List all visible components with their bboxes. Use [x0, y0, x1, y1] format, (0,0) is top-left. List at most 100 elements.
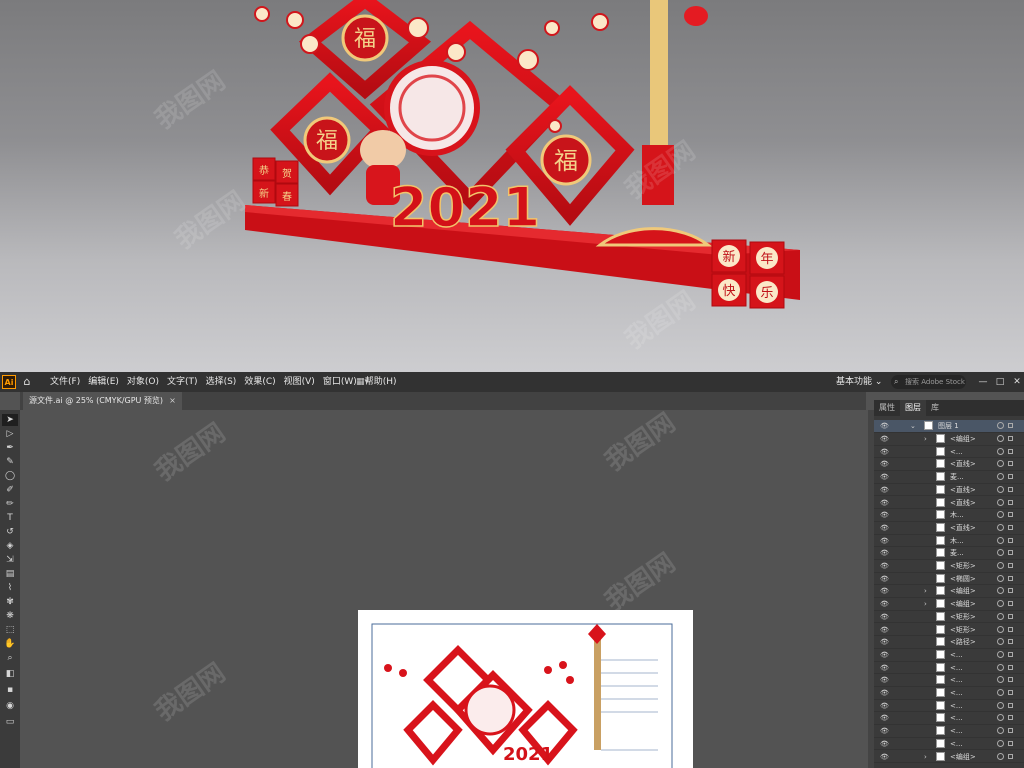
visibility-eye-icon[interactable]: 👁 [880, 573, 889, 585]
menu-object[interactable]: 对象(O) [127, 372, 159, 392]
expand-icon[interactable]: › [924, 751, 927, 763]
selection-square-icon[interactable] [1008, 423, 1013, 428]
target-icon[interactable] [997, 739, 1004, 747]
selection-square-icon[interactable] [1008, 690, 1013, 695]
selection-square-icon[interactable] [1008, 702, 1013, 708]
home-icon[interactable]: ⌂ [20, 375, 34, 389]
selection-square-icon[interactable] [1008, 474, 1013, 480]
selection-square-icon[interactable] [1008, 651, 1013, 657]
menu-type[interactable]: 文字(T) [167, 372, 198, 392]
visibility-eye-icon[interactable]: 👁 [880, 585, 889, 597]
visibility-eye-icon[interactable]: 👁 [880, 509, 889, 521]
layer-row[interactable]: 👁 <... [874, 687, 1024, 700]
target-icon[interactable] [997, 536, 1004, 544]
expand-icon[interactable]: › [924, 598, 927, 610]
expand-icon[interactable]: › [924, 433, 927, 445]
artboard[interactable]: 2021 [358, 610, 693, 768]
symbol-sprayer-tool-icon[interactable]: ❋ [2, 610, 18, 622]
target-icon[interactable] [997, 676, 1004, 684]
visibility-eye-icon[interactable]: 👁 [880, 471, 889, 483]
target-icon[interactable] [997, 549, 1004, 557]
selection-square-icon[interactable] [1008, 575, 1013, 581]
menu-edit[interactable]: 编辑(E) [88, 372, 119, 392]
layer-row[interactable]: 👁 › <编组> [874, 585, 1024, 599]
visibility-eye-icon[interactable]: 👁 [880, 649, 889, 661]
target-icon[interactable] [997, 447, 1004, 455]
selection-square-icon[interactable] [1008, 601, 1013, 607]
maximize-button[interactable]: □ [993, 372, 1007, 392]
target-icon[interactable] [997, 435, 1004, 442]
menu-effect[interactable]: 效果(C) [244, 372, 275, 392]
visibility-eye-icon[interactable]: 👁 [880, 484, 889, 496]
arrange-documents-icon[interactable]: ▦▾ [356, 376, 372, 388]
layer-row[interactable]: 👁 <矩形> [874, 624, 1024, 637]
target-icon[interactable] [997, 752, 1004, 760]
selection-square-icon[interactable] [1008, 588, 1013, 594]
selection-square-icon[interactable] [1008, 461, 1013, 467]
selection-square-icon[interactable] [1008, 715, 1013, 721]
selection-square-icon[interactable] [1008, 512, 1013, 518]
target-icon[interactable] [997, 714, 1004, 722]
visibility-eye-icon[interactable]: 👁 [880, 420, 889, 432]
layer-row[interactable]: 👁 <直线> [874, 497, 1024, 510]
close-tab-icon[interactable]: × [169, 396, 176, 405]
selection-square-icon[interactable] [1008, 613, 1013, 619]
layer-row[interactable]: 👁 <... [874, 725, 1024, 738]
visibility-eye-icon[interactable]: 👁 [880, 751, 889, 763]
draw-mode-icon[interactable]: ◉ [2, 700, 18, 712]
visibility-eye-icon[interactable]: 👁 [880, 446, 889, 458]
target-icon[interactable] [997, 422, 1004, 429]
menu-select[interactable]: 选择(S) [206, 372, 237, 392]
visibility-eye-icon[interactable]: 👁 [880, 687, 889, 699]
hand-tool-icon[interactable]: ✋ [2, 638, 18, 650]
document-tab[interactable]: 源文件.ai @ 25% (CMYK/GPU 预览) × [23, 392, 182, 410]
selection-square-icon[interactable] [1008, 639, 1013, 645]
target-icon[interactable] [997, 498, 1004, 506]
direct-selection-tool-icon[interactable]: ▷ [2, 428, 18, 440]
target-icon[interactable] [997, 727, 1004, 735]
visibility-eye-icon[interactable]: 👁 [880, 611, 889, 623]
layer-row[interactable]: 👁 <... [874, 674, 1024, 687]
selection-square-icon[interactable] [1008, 436, 1013, 441]
visibility-eye-icon[interactable]: 👁 [880, 547, 889, 559]
selection-square-icon[interactable] [1008, 537, 1013, 543]
selection-square-icon[interactable] [1008, 677, 1013, 683]
type-tool-icon[interactable]: T [2, 512, 18, 524]
selection-square-icon[interactable] [1008, 499, 1013, 505]
menu-view[interactable]: 视图(V) [284, 372, 315, 392]
target-icon[interactable] [997, 663, 1004, 671]
rotate-tool-icon[interactable]: ↺ [2, 526, 18, 538]
visibility-eye-icon[interactable]: 👁 [880, 712, 889, 724]
close-button[interactable]: ✕ [1010, 372, 1024, 392]
layer-row[interactable]: 👁 › <编组> [874, 433, 1024, 446]
visibility-eye-icon[interactable]: 👁 [880, 636, 889, 648]
target-icon[interactable] [997, 612, 1004, 620]
visibility-eye-icon[interactable]: 👁 [880, 700, 889, 712]
selection-square-icon[interactable] [1008, 753, 1013, 759]
selection-tool-icon[interactable]: ➤ [2, 414, 18, 426]
expand-icon[interactable]: ⌄ [910, 420, 916, 432]
pen-tool-icon[interactable]: ✒ [2, 442, 18, 454]
visibility-eye-icon[interactable]: 👁 [880, 522, 889, 534]
selection-square-icon[interactable] [1008, 486, 1013, 492]
visibility-eye-icon[interactable]: 👁 [880, 738, 889, 750]
workspace-switcher[interactable]: 基本功能 ⌄ [836, 372, 882, 392]
ellipse-tool-icon[interactable]: ◯ [2, 470, 18, 482]
tab-layers[interactable]: 图层 [900, 400, 926, 416]
visibility-eye-icon[interactable]: 👁 [880, 433, 889, 445]
tab-libraries[interactable]: 库 [926, 400, 944, 416]
target-icon[interactable] [997, 574, 1004, 582]
visibility-eye-icon[interactable]: 👁 [880, 624, 889, 636]
target-icon[interactable] [997, 523, 1004, 531]
layer-row[interactable]: 👁 <矩形> [874, 560, 1024, 573]
target-icon[interactable] [997, 625, 1004, 633]
layer-row[interactable]: 👁 <... [874, 662, 1024, 675]
selection-square-icon[interactable] [1008, 448, 1013, 454]
layer-row[interactable]: 👁 ⌄ 图层 1 [874, 420, 1024, 433]
selection-square-icon[interactable] [1008, 728, 1013, 734]
visibility-eye-icon[interactable]: 👁 [880, 497, 889, 509]
fill-stroke-icon[interactable]: ◧ [2, 668, 18, 680]
selection-square-icon[interactable] [1008, 740, 1013, 746]
layer-row[interactable]: 👁 <路径> [874, 636, 1024, 649]
menu-file[interactable]: 文件(F) [50, 372, 80, 392]
